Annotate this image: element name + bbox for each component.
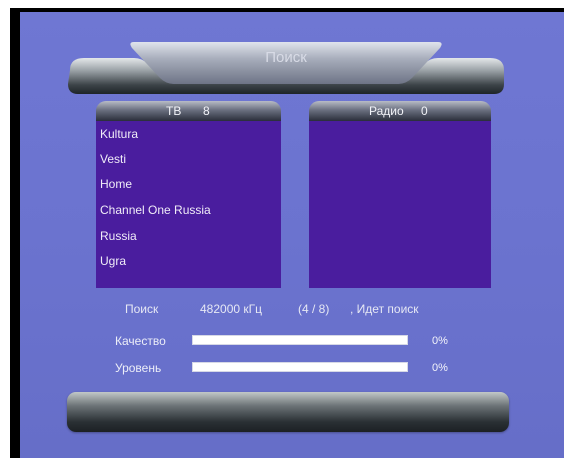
- radio-channel-panel: Радио 0: [309, 101, 491, 288]
- quality-bar: [192, 335, 408, 345]
- channel-item[interactable]: Channel One Russia: [100, 203, 211, 217]
- screenshot: Поиск ТВ 8 Kultura Vesti Home Channel On…: [0, 0, 566, 458]
- channel-item[interactable]: Ugra: [100, 254, 126, 268]
- page-title: Поиск: [265, 49, 307, 66]
- quality-percent: 0%: [432, 335, 448, 347]
- channel-item[interactable]: Home: [100, 177, 132, 191]
- progress-readout: (4 / 8): [298, 302, 330, 316]
- radio-panel-header: Радио 0: [309, 101, 491, 121]
- tv-label: ТВ: [166, 104, 182, 118]
- channel-item[interactable]: Russia: [100, 229, 137, 243]
- bottom-bar: [67, 392, 509, 432]
- tv-channel-panel: ТВ 8 Kultura Vesti Home Channel One Russ…: [96, 101, 281, 288]
- tv-count: 8: [203, 104, 210, 118]
- title-bar: Поиск: [64, 40, 508, 94]
- quality-label: Качество: [115, 334, 166, 348]
- channel-item[interactable]: Kultura: [100, 127, 138, 141]
- tv-panel-header: ТВ 8: [96, 101, 281, 121]
- tv-channel-list[interactable]: Kultura Vesti Home Channel One Russia Ru…: [96, 121, 281, 288]
- frequency-readout: 482000 кГц: [200, 302, 262, 316]
- radio-label: Радио: [369, 104, 404, 118]
- radio-channel-list[interactable]: [309, 121, 491, 288]
- search-state: , Идет поиск: [350, 302, 419, 316]
- channel-item[interactable]: Vesti: [100, 152, 126, 166]
- level-percent: 0%: [432, 362, 448, 374]
- level-label: Уровень: [115, 361, 162, 375]
- level-bar: [192, 362, 408, 372]
- search-status-label: Поиск: [125, 302, 159, 316]
- radio-count: 0: [421, 104, 428, 118]
